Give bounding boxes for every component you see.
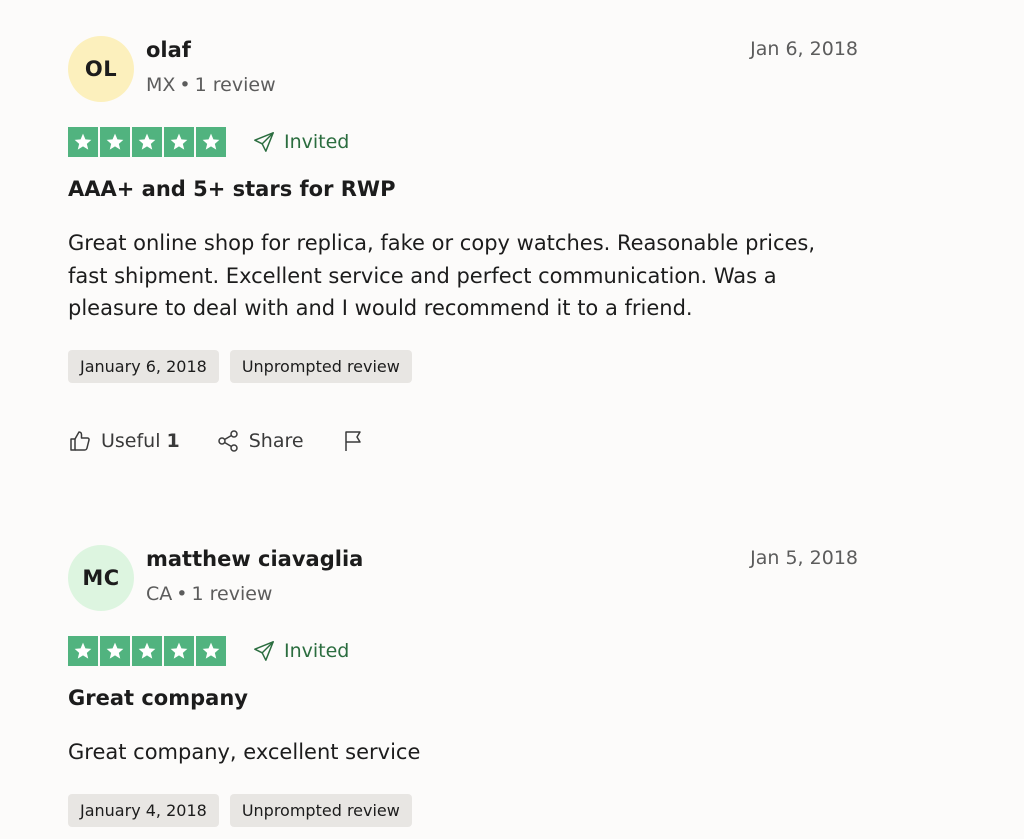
review-body: Great online shop for replica, fake or c… [68,227,858,325]
flag-icon [344,430,361,451]
review-tags: January 4, 2018 Unprompted review [68,793,858,827]
paper-plane-icon [254,641,274,661]
reviewer-review-count: 1 review [191,583,273,605]
reviewer-review-count: 1 review [194,74,276,96]
review-type-tag[interactable]: Unprompted review [229,349,412,383]
review-header: OL olaf MX • 1 review Jan 6, 2018 [68,36,858,102]
invited-badge[interactable]: Invited [253,131,349,153]
reviewer-country: CA [146,583,173,605]
review-date: Jan 6, 2018 [750,38,858,60]
review-title[interactable]: Great company [68,686,858,710]
rating-row: Invited [68,127,858,157]
star-icon [100,127,130,157]
star-icon [164,127,194,157]
review-card: OL olaf MX • 1 review Jan 6, 2018 Invited … [68,36,858,453]
star-icon [100,636,130,666]
reviewer-country: MX [146,74,176,96]
review-header: MC matthew ciavaglia CA • 1 review Jan 5, … [68,545,858,611]
review-body: Great company, excellent service [68,736,858,769]
report-button[interactable] [341,429,374,453]
avatar[interactable]: OL [68,36,134,102]
star-icon [68,127,98,157]
review-type-tag[interactable]: Unprompted review [229,793,412,827]
review-tags: January 6, 2018 Unprompted review [68,349,858,383]
star-icon [68,636,98,666]
review-body-line: fast shipment. Excellent service and per… [68,263,777,288]
star-rating [68,127,226,157]
star-icon [132,636,162,666]
star-rating [68,636,226,666]
experience-date-tag: January 4, 2018 [68,793,219,827]
separator-dot: • [179,74,191,96]
star-icon [132,127,162,157]
reviewer-meta: MX • 1 review [146,74,276,96]
reviewer-name[interactable]: matthew ciavaglia [146,547,363,571]
review-body-line: Great online shop for replica, fake or c… [68,231,816,255]
invited-label: Invited [284,131,350,153]
review-date: Jan 5, 2018 [750,547,858,569]
star-icon [196,636,226,666]
review-title[interactable]: AAA+ and 5+ stars for RWP [68,177,858,201]
star-icon [196,127,226,157]
invited-badge[interactable]: Invited [253,640,349,662]
rating-row: Invited [68,636,858,666]
review-body-line: Great company, excellent service [68,740,421,764]
review-card: MC matthew ciavaglia CA • 1 review Jan 5, … [68,545,858,827]
review-actions: Useful 1 Share [68,429,858,453]
avatar[interactable]: MC [68,545,134,611]
share-label: Share [248,429,304,452]
invited-label: Invited [284,640,350,662]
share-button[interactable]: Share [216,429,304,453]
share-icon [218,429,238,452]
useful-label: Useful [101,429,161,452]
star-icon [164,636,194,666]
experience-date-tag: January 6, 2018 [68,349,219,383]
reviewer-name[interactable]: olaf [146,38,191,62]
paper-plane-icon [254,132,274,152]
separator-dot: • [176,583,188,605]
review-body-line: pleasure to deal with and I would recomm… [68,296,693,320]
useful-button[interactable]: Useful 1 [68,429,180,453]
reviewer-meta: CA • 1 review [146,583,272,605]
thumbs-up-icon [70,430,90,451]
useful-count: 1 [166,429,180,452]
